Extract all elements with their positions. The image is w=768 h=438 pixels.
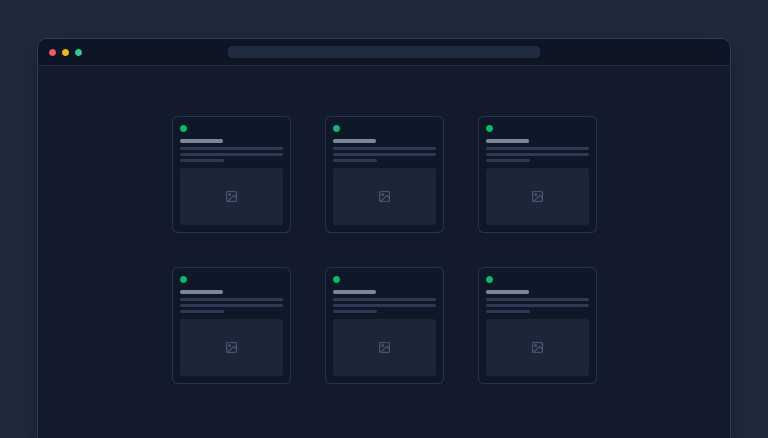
cards-grid — [172, 116, 597, 384]
image-icon — [378, 341, 391, 354]
skeleton-text-line — [333, 159, 377, 162]
status-dot-icon — [333, 276, 340, 283]
card[interactable] — [478, 267, 597, 384]
browser-window — [37, 38, 731, 438]
skeleton-title-bar — [486, 139, 529, 143]
window-content — [38, 66, 730, 384]
image-placeholder — [180, 168, 283, 225]
image-icon — [531, 341, 544, 354]
card[interactable] — [325, 116, 444, 233]
skeleton-text-line — [180, 310, 224, 313]
skeleton-title-bar — [333, 290, 376, 294]
card[interactable] — [172, 267, 291, 384]
skeleton-title-bar — [180, 139, 223, 143]
skeleton-text-line — [333, 147, 436, 150]
image-icon — [225, 190, 238, 203]
status-dot-icon — [180, 276, 187, 283]
close-button[interactable] — [49, 49, 56, 56]
skeleton-title-bar — [486, 290, 529, 294]
skeleton-text-line — [333, 304, 436, 307]
minimize-button[interactable] — [62, 49, 69, 56]
image-placeholder — [486, 168, 589, 225]
image-icon — [378, 190, 391, 203]
card[interactable] — [172, 116, 291, 233]
status-dot-icon — [486, 276, 493, 283]
image-placeholder — [486, 319, 589, 376]
image-icon — [225, 341, 238, 354]
window-titlebar[interactable] — [38, 39, 730, 66]
url-bar[interactable] — [228, 46, 540, 58]
skeleton-text-line — [333, 153, 436, 156]
skeleton-text-line — [333, 298, 436, 301]
skeleton-text-line — [180, 147, 283, 150]
image-placeholder — [333, 168, 436, 225]
skeleton-text-line — [180, 298, 283, 301]
traffic-lights — [49, 39, 82, 65]
skeleton-title-bar — [180, 290, 223, 294]
skeleton-text-line — [486, 147, 589, 150]
image-icon — [531, 190, 544, 203]
card[interactable] — [325, 267, 444, 384]
image-placeholder — [180, 319, 283, 376]
status-dot-icon — [333, 125, 340, 132]
card[interactable] — [478, 116, 597, 233]
skeleton-text-line — [180, 153, 283, 156]
skeleton-text-line — [333, 310, 377, 313]
zoom-button[interactable] — [75, 49, 82, 56]
status-dot-icon — [486, 125, 493, 132]
skeleton-text-line — [486, 159, 530, 162]
skeleton-text-line — [180, 304, 283, 307]
status-dot-icon — [180, 125, 187, 132]
skeleton-text-line — [486, 310, 530, 313]
skeleton-text-line — [486, 298, 589, 301]
skeleton-title-bar — [333, 139, 376, 143]
skeleton-text-line — [180, 159, 224, 162]
image-placeholder — [333, 319, 436, 376]
skeleton-text-line — [486, 153, 589, 156]
skeleton-text-line — [486, 304, 589, 307]
